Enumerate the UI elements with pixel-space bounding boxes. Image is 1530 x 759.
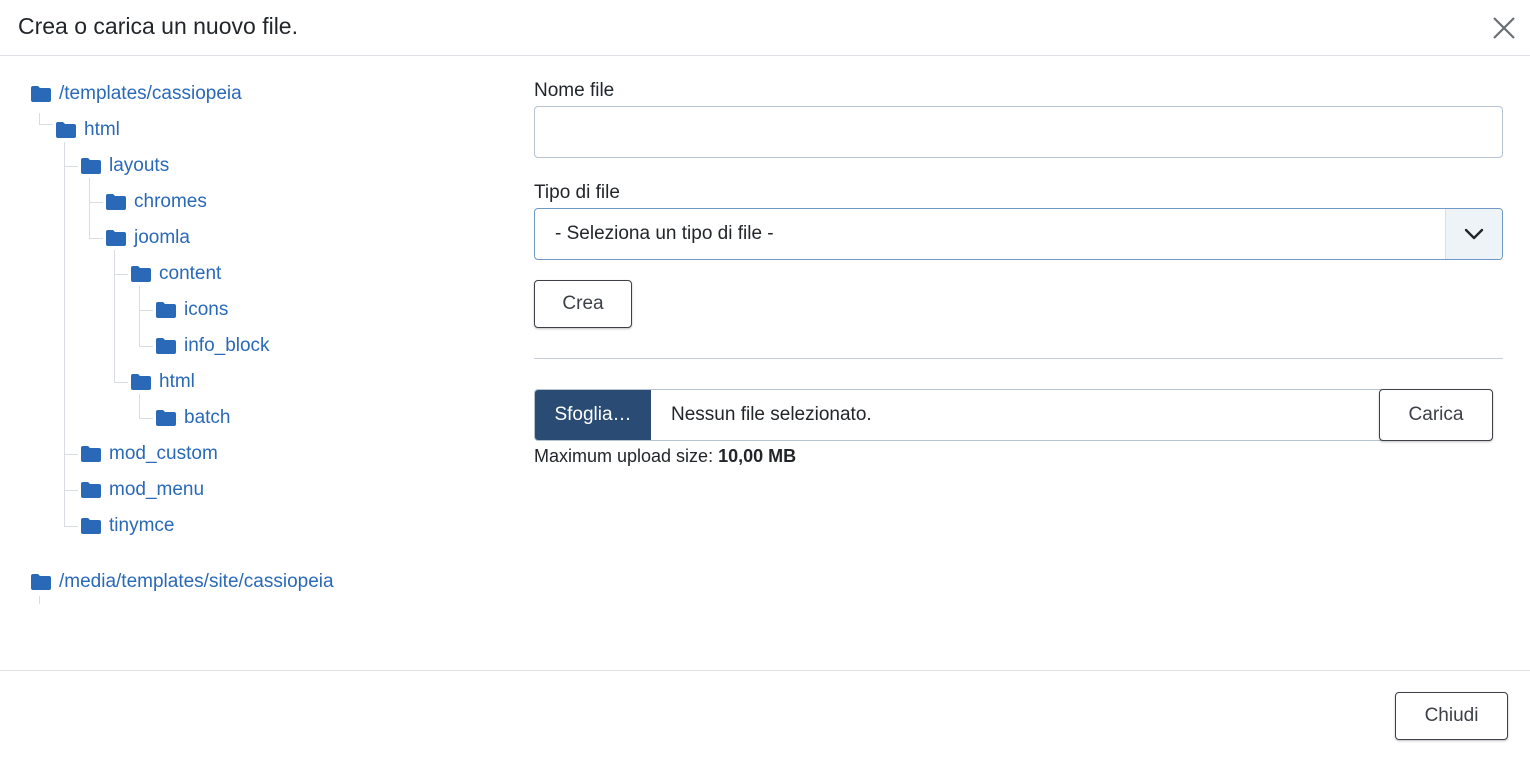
folder-icon — [56, 122, 76, 138]
folder-tree: /templates/cassiopeia html layouts chrom… — [0, 56, 500, 670]
folder-icon — [81, 158, 101, 174]
tree-item-label: tinymce — [109, 515, 175, 536]
tree-item-mod-menu[interactable]: mod_menu — [81, 477, 204, 503]
tree-item-label: joomla — [134, 227, 190, 248]
tree-item-info-block[interactable]: info_block — [156, 333, 270, 359]
folder-icon — [156, 302, 176, 318]
dialog-footer — [0, 670, 1530, 759]
tree-item-label: /templates/cassiopeia — [59, 83, 242, 104]
create-button[interactable]: Crea — [534, 280, 632, 328]
close-dialog-button[interactable]: Chiudi — [1395, 692, 1508, 740]
file-upload-input[interactable]: Sfoglia… Nessun file selezionato. — [534, 389, 1493, 441]
create-upload-file-dialog: Crea o carica un nuovo file. /templates/… — [0, 0, 1530, 759]
tree-item-label: html — [84, 119, 120, 140]
tree-item-templates-cassiopeia[interactable]: /templates/cassiopeia — [31, 81, 242, 107]
dialog-header: Crea o carica un nuovo file. — [0, 0, 1530, 56]
close-button[interactable] — [1490, 14, 1518, 42]
close-icon — [1493, 17, 1515, 39]
folder-icon — [106, 230, 126, 246]
tree-item-icons[interactable]: icons — [156, 297, 228, 323]
tree-item-html[interactable]: html — [56, 117, 120, 143]
tree-item-chromes[interactable]: chromes — [106, 189, 207, 215]
folder-icon — [131, 266, 151, 282]
folder-icon — [31, 86, 51, 102]
tree-item-joomla[interactable]: joomla — [106, 225, 190, 251]
folder-icon — [156, 338, 176, 354]
folder-icon — [81, 446, 101, 462]
filetype-label: Tipo di file — [534, 182, 620, 203]
tree-item-label: html — [159, 371, 195, 392]
tree-item-media-templates-site-cassiopeia[interactable]: /media/templates/site/cassiopeia — [31, 569, 334, 595]
folder-icon — [31, 574, 51, 590]
tree-item-label: batch — [184, 407, 231, 428]
folder-icon — [81, 518, 101, 534]
filename-label: Nome file — [534, 80, 615, 101]
tree-item-tinymce[interactable]: tinymce — [81, 513, 174, 539]
tree-item-label: icons — [184, 299, 229, 320]
select-arrow-box — [1445, 209, 1502, 259]
tree-item-label: /media/templates/site/cassiopeia — [59, 571, 334, 592]
tree-item-label: mod_menu — [109, 479, 205, 500]
upload-button[interactable]: Carica — [1379, 389, 1493, 441]
tree-item-label: chromes — [134, 191, 207, 212]
browse-button[interactable]: Sfoglia… — [535, 390, 651, 440]
tree-item-label: info_block — [184, 335, 270, 356]
filetype-selected-value: - Seleziona un tipo di file - — [555, 223, 774, 244]
tree-item-mod-custom[interactable]: mod_custom — [81, 441, 218, 467]
tree-item-label: content — [159, 263, 222, 284]
max-upload-size-value: 10,00 MB — [718, 446, 797, 466]
form-divider — [534, 358, 1503, 359]
chevron-down-icon — [1464, 228, 1484, 240]
max-upload-size: Maximum upload size: 10,00 MB — [534, 446, 796, 467]
tree-item-label: layouts — [109, 155, 170, 176]
folder-icon — [131, 374, 151, 390]
file-status-text: Nessun file selezionato. — [671, 404, 872, 425]
filetype-select[interactable]: - Seleziona un tipo di file - — [534, 208, 1503, 260]
tree-item-batch[interactable]: batch — [156, 405, 230, 431]
dialog-title: Crea o carica un nuovo file. — [18, 13, 298, 39]
tree-item-html-sub[interactable]: html — [131, 369, 195, 395]
folder-icon — [81, 482, 101, 498]
tree-item-layouts[interactable]: layouts — [81, 153, 169, 179]
tree-item-label: mod_custom — [109, 443, 218, 464]
max-upload-size-label: Maximum upload size: — [534, 446, 714, 466]
folder-icon — [106, 194, 126, 210]
filename-input[interactable] — [534, 106, 1503, 158]
tree-item-content[interactable]: content — [131, 261, 221, 287]
folder-icon — [156, 410, 176, 426]
